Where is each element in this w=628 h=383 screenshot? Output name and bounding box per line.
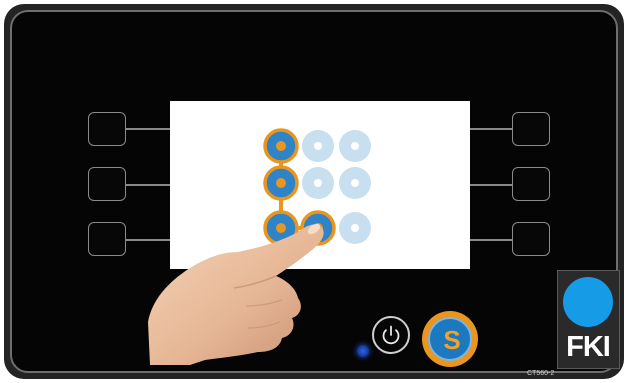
power-button[interactable] [372,316,410,354]
s-button-inner: S [428,317,472,361]
s-function-button[interactable]: S [422,311,478,367]
brand-logo: FKI [557,270,620,369]
logo-circle-icon [563,277,613,327]
status-indicator-led [357,345,369,357]
s-button-label: S [443,325,461,355]
power-icon [382,325,400,345]
hand-pointing-icon [148,223,324,365]
model-label: CT560-2 [527,370,555,377]
logo-text: FKI [566,331,611,363]
